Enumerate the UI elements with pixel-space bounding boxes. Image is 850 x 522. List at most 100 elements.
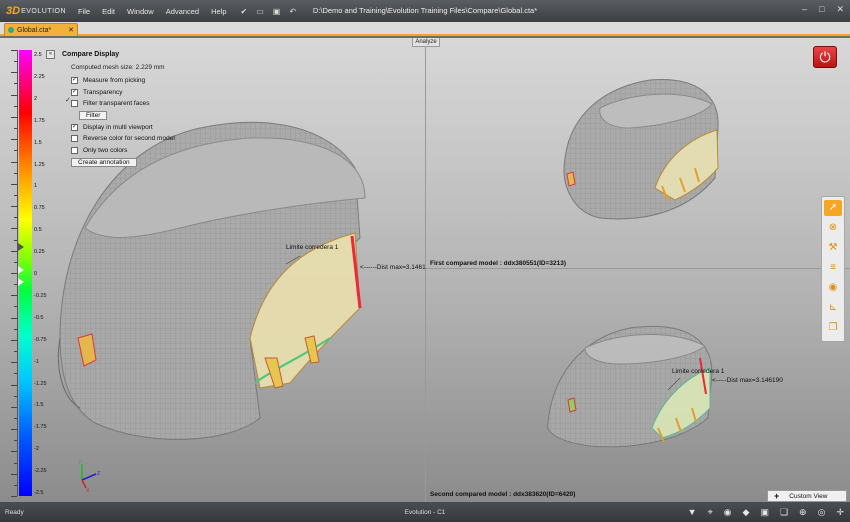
scale-tick [11, 384, 17, 386]
tab-label: Global.cta* [17, 26, 52, 34]
scale-label: -1 [34, 358, 39, 365]
check-icon[interactable]: ✔ [241, 7, 248, 16]
scale-tick [14, 328, 17, 330]
scale-marker-open-lower[interactable] [18, 278, 24, 286]
option-measure-from-picking[interactable]: ✓ Measure from picking [71, 75, 176, 87]
menu-advanced[interactable]: Advanced [166, 7, 199, 16]
option-label: Reverse color for second model [83, 135, 175, 143]
checkbox-measure-from-picking[interactable]: ✓ [71, 77, 78, 85]
scale-marker-upper[interactable] [18, 243, 24, 251]
analyze-tab[interactable]: Analyze [412, 38, 440, 47]
scale-tick [14, 61, 17, 63]
option-display-multi-viewport[interactable]: ✓ Display in multi viewport [71, 122, 176, 134]
maximize-icon[interactable]: □ [819, 4, 824, 15]
left-dist-label: <------Dist max=3.1461 [360, 264, 426, 271]
checkbox-display-multi-viewport[interactable]: ✓ [71, 123, 78, 131]
document-icon [8, 27, 14, 33]
scale-label: -1.75 [34, 424, 47, 431]
scale-tick [11, 273, 17, 274]
scale-label: -0.75 [34, 336, 47, 343]
panel-collapse-button[interactable]: « [46, 50, 55, 59]
power-icon: ⏻ [819, 49, 831, 65]
checkbox-transparency[interactable]: ✓ [71, 88, 78, 96]
crosshair-icon[interactable]: ✛ [836, 507, 844, 518]
menu-file[interactable]: File [78, 7, 90, 16]
scale-label: -0.5 [34, 314, 44, 321]
target-icon[interactable]: ◎ [818, 507, 826, 518]
option-label: Filter transparent faces [83, 100, 150, 108]
undo-icon[interactable]: ↶ [289, 7, 296, 16]
power-exit-button[interactable]: ⏻ [813, 46, 837, 68]
measure-icon[interactable]: ⊾ [824, 300, 842, 316]
scale-tick [11, 116, 17, 118]
tab-global[interactable]: Global.cta* ✕ [4, 23, 78, 36]
shading-icon[interactable]: ◉ [824, 280, 842, 296]
scale-tick [11, 139, 17, 141]
option-only-two-colors[interactable]: Only two colors [71, 145, 176, 157]
close-icon[interactable]: ✕ [836, 4, 844, 15]
scale-tick [11, 429, 17, 431]
scale-label: -1.5 [34, 402, 44, 409]
scale-tick [11, 317, 17, 319]
save-icon[interactable]: ▣ [273, 7, 281, 16]
scale-label: 0 [34, 271, 38, 277]
hammer-icon[interactable]: ⚒ [824, 240, 842, 256]
svg-text:Z: Z [97, 471, 100, 477]
scale-tick [14, 417, 17, 419]
3d-viewport[interactable]: Analyze 2.5 2.25 2 1.75 1.5 1.25 1 0.75 0.5 0.25 0… [0, 38, 850, 502]
option-label: Only two colors [83, 146, 128, 154]
scale-tick [11, 183, 17, 185]
scale-tick [14, 306, 17, 308]
title-bar: 3D EVOLUTION File Edit Window Advanced H… [0, 0, 850, 22]
copy-icon[interactable]: ❐ [824, 320, 842, 336]
eye-icon[interactable]: ◉ [724, 507, 732, 518]
horizontal-splitter[interactable] [426, 268, 850, 269]
scale-label: 2 [34, 95, 38, 102]
scale-label: 1.5 [34, 139, 42, 146]
cube-icon[interactable]: ◆ [743, 507, 750, 518]
select-arrow-icon[interactable]: ➚ [824, 200, 842, 216]
scale-label: -2 [34, 446, 39, 453]
minimize-icon[interactable]: – [802, 4, 807, 15]
checkbox-reverse-color[interactable] [71, 135, 78, 143]
filter-icon[interactable]: ▼ [688, 507, 697, 518]
scale-tick [11, 406, 17, 408]
bottom-right-model [547, 325, 713, 448]
menu-window[interactable]: Window [127, 7, 154, 16]
scale-tick [14, 373, 17, 375]
option-reverse-color[interactable]: Reverse color for second model [71, 133, 176, 145]
right-toolbar: ➚ ⊗ ⚒ ≡ ◉ ⊾ ❐ [821, 196, 845, 342]
scale-tick [11, 72, 17, 74]
scale-tick [14, 261, 17, 263]
menu-help[interactable]: Help [211, 7, 226, 16]
checkbox-filter-transparent-faces[interactable] [71, 100, 78, 108]
tab-close-icon[interactable]: ✕ [68, 26, 74, 34]
open-folder-icon[interactable]: ▭ [256, 7, 264, 16]
scale-tick [11, 339, 17, 341]
option-transparency[interactable]: ✓ Transparency [71, 87, 176, 99]
align-icon[interactable]: ≡ [824, 260, 842, 276]
document-tab-strip: Global.cta* ✕ [0, 22, 850, 36]
pick-icon[interactable]: ⌖ [708, 507, 713, 518]
option-filter-transparent-faces[interactable]: Filter transparent faces [71, 98, 176, 110]
scale-tick [11, 50, 17, 51]
window-controls: – □ ✕ [790, 4, 844, 15]
menu-edit[interactable]: Edit [102, 7, 115, 16]
scale-marker-open-upper[interactable] [18, 266, 24, 274]
box-icon[interactable]: ▣ [760, 507, 769, 518]
scale-tick [14, 83, 17, 85]
custom-view-label: Custom View [789, 492, 828, 500]
option-label: Transparency [83, 88, 123, 96]
checkbox-only-two-colors[interactable] [71, 146, 78, 154]
globe-icon[interactable]: ⊕ [799, 507, 807, 518]
panel-header: « Compare Display [46, 50, 176, 59]
menu-bar: File Edit Window Advanced Help [78, 7, 239, 16]
cancel-circle-icon[interactable]: ⊗ [824, 220, 842, 236]
create-annotation-button[interactable]: Create annotation [71, 158, 137, 167]
scale-tick [11, 362, 17, 364]
layers-icon[interactable]: ❏ [780, 507, 788, 518]
color-scale-labels: 2.5 2.25 2 1.75 1.5 1.25 1 0.75 0.5 0.25 0 -0.25 -0.… [34, 50, 47, 496]
filter-button[interactable]: Filter [79, 110, 108, 120]
custom-view-button[interactable]: + Custom View [767, 490, 847, 502]
second-model-caption: Second compared model : ddx383620(ID=642… [430, 491, 576, 498]
